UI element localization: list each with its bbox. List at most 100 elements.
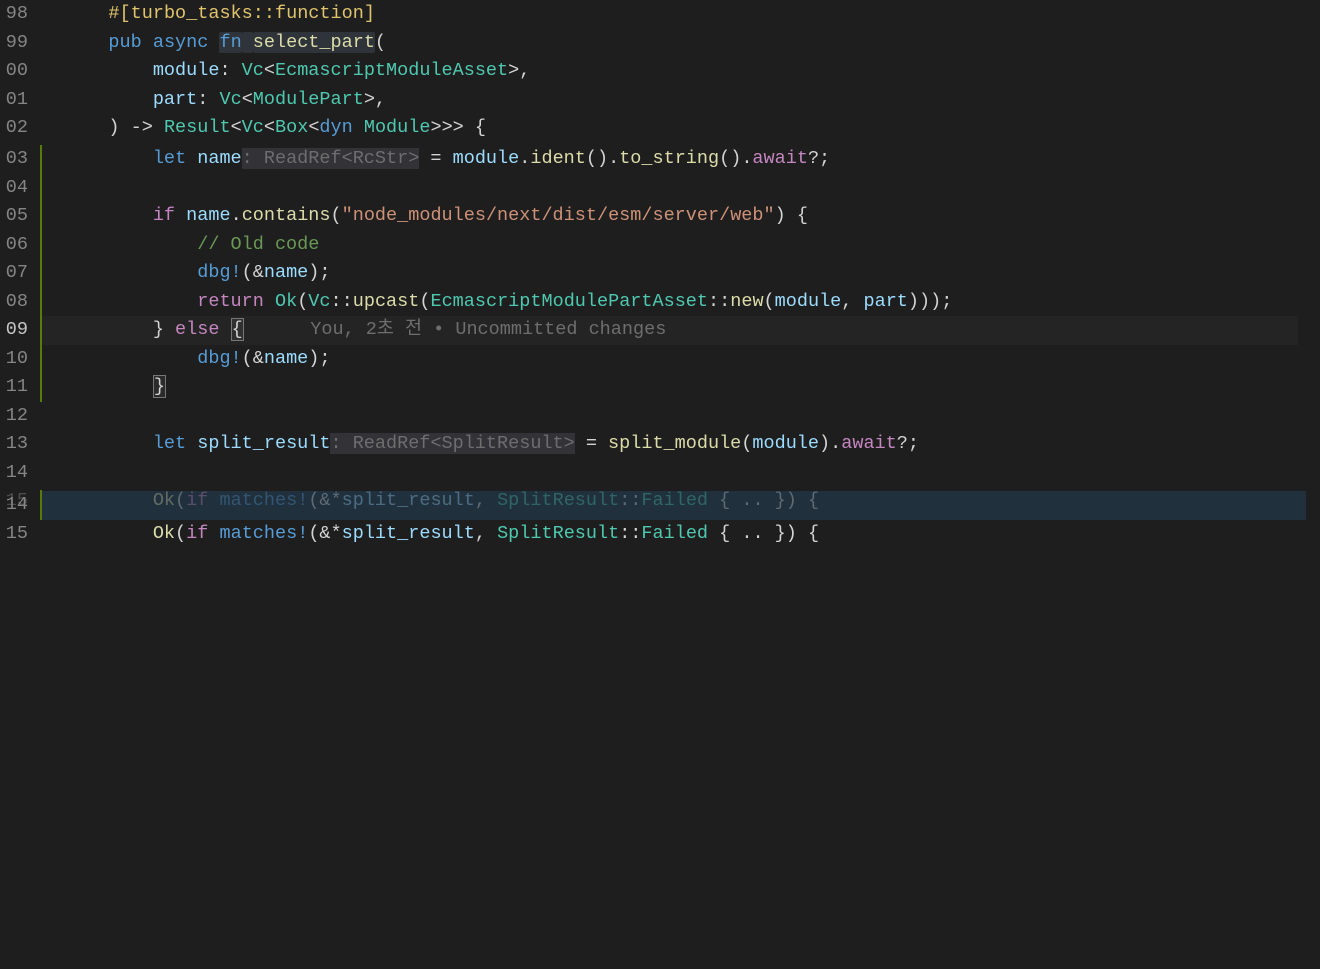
comma: , (475, 523, 497, 544)
type: Vc (242, 117, 264, 138)
sep: :: (619, 490, 641, 511)
paren: ( (375, 32, 386, 53)
method: ident (530, 148, 586, 169)
line-number: 15 (0, 520, 28, 549)
sp (208, 523, 219, 544)
indent (64, 376, 153, 397)
kw-await: await (752, 148, 808, 169)
code-line[interactable]: ) -> Result<Vc<Box<dyn Module>>> { (64, 114, 486, 143)
line-number: 12 (0, 402, 28, 431)
paren: (). (586, 148, 619, 169)
line-number: 02 (0, 114, 28, 143)
paren: ( (419, 291, 430, 312)
indent (64, 262, 197, 283)
indent (64, 32, 108, 53)
attr-path: turbo_tasks (131, 3, 253, 24)
type: ModulePart (253, 89, 364, 110)
kw-async: async (153, 32, 209, 53)
code-line-current[interactable]: } else { You, 2초 전 • Uncommitted changes (42, 316, 1298, 345)
line-number: 98 (0, 0, 28, 29)
code-line[interactable]: dbg!(&name); (64, 345, 331, 374)
line-number: 04 (0, 174, 28, 203)
paren: ( (331, 205, 342, 226)
paren: ( (297, 291, 308, 312)
code-line[interactable]: let name: ReadRef<RcStr> = module.ident(… (64, 145, 830, 174)
paren: (). (719, 148, 752, 169)
colon: : (219, 60, 241, 81)
kw-else: else (175, 319, 219, 340)
code-line[interactable]: // Old code (64, 231, 319, 260)
var: name (264, 348, 308, 369)
indent (64, 148, 153, 169)
indent (64, 490, 153, 511)
code-line[interactable]: module: Vc<EcmascriptModuleAsset>, (64, 57, 530, 86)
type: Result (164, 117, 231, 138)
eq: = (575, 433, 608, 454)
kw-let: let (153, 148, 186, 169)
colon: : (197, 89, 219, 110)
type: SplitResult (497, 490, 619, 511)
line-number: 14 (0, 491, 28, 520)
var: part (864, 291, 908, 312)
line-number: 01 (0, 86, 28, 115)
sp (175, 205, 186, 226)
code-line[interactable]: #[turbo_tasks::function] (64, 0, 375, 29)
string: "node_modules/next/dist/esm/server/web" (342, 205, 775, 226)
param: part (153, 89, 197, 110)
line-number: 05 (0, 202, 28, 231)
indent (64, 291, 197, 312)
line-number: 14 (0, 459, 28, 488)
type: Module (364, 117, 431, 138)
var: split_result (197, 433, 330, 454)
code-line[interactable]: let split_result: ReadRef<SplitResult> =… (64, 430, 919, 459)
rest: { .. }) { (708, 523, 819, 544)
indent (64, 523, 153, 544)
type: EcmascriptModulePartAsset (430, 291, 708, 312)
indent (64, 89, 153, 110)
comma: , (475, 490, 497, 511)
code-line[interactable]: dbg!(&name); (64, 259, 331, 288)
code-area[interactable]: #[turbo_tasks::function] pub async fn se… (64, 0, 1320, 969)
sp (219, 319, 230, 340)
variant: Ok (275, 291, 297, 312)
code-line-ghost[interactable]: Ok(if matches!(&*split_result, SplitResu… (64, 487, 819, 516)
inlay-hint: : ReadRef<SplitResult> (330, 433, 574, 454)
dot: . (519, 148, 530, 169)
paren-arrow: ) -> (108, 117, 164, 138)
code-line[interactable]: if name.contains("node_modules/next/dist… (64, 202, 808, 231)
paren: ( (741, 433, 752, 454)
code-line[interactable]: return Ok(Vc::upcast(EcmascriptModulePar… (64, 288, 952, 317)
q: ?; (897, 433, 919, 454)
var: split_result (342, 523, 475, 544)
sp (242, 32, 253, 53)
type: Box (275, 117, 308, 138)
fn-name: select_part (253, 32, 375, 53)
kw-pub: pub (108, 32, 141, 53)
code-line[interactable]: part: Vc<ModulePart>, (64, 86, 386, 115)
indent (64, 117, 108, 138)
angle: >, (364, 89, 386, 110)
code-line[interactable]: pub async fn select_part( (64, 29, 386, 58)
paren: ); (308, 262, 330, 283)
type: Vc (242, 60, 264, 81)
sp (186, 148, 197, 169)
macro: matches! (219, 523, 308, 544)
minimap-scrollbar[interactable] (1306, 0, 1320, 541)
line-number: 11 (0, 373, 28, 402)
code-line[interactable]: Ok(if matches!(&*split_result, SplitResu… (64, 520, 819, 549)
sp (264, 291, 275, 312)
indent (64, 205, 153, 226)
method: upcast (353, 291, 420, 312)
angle: < (242, 89, 253, 110)
kw-if: if (186, 523, 208, 544)
brace-open-highlight: { (231, 318, 244, 341)
kw-return: return (197, 291, 264, 312)
var: name (197, 148, 241, 169)
indent (64, 234, 197, 255)
type: SplitResult (497, 523, 619, 544)
eq: = (419, 148, 452, 169)
indent (64, 433, 153, 454)
q: ?; (808, 148, 830, 169)
variant: Ok (153, 490, 175, 511)
code-line[interactable]: } (64, 373, 166, 402)
